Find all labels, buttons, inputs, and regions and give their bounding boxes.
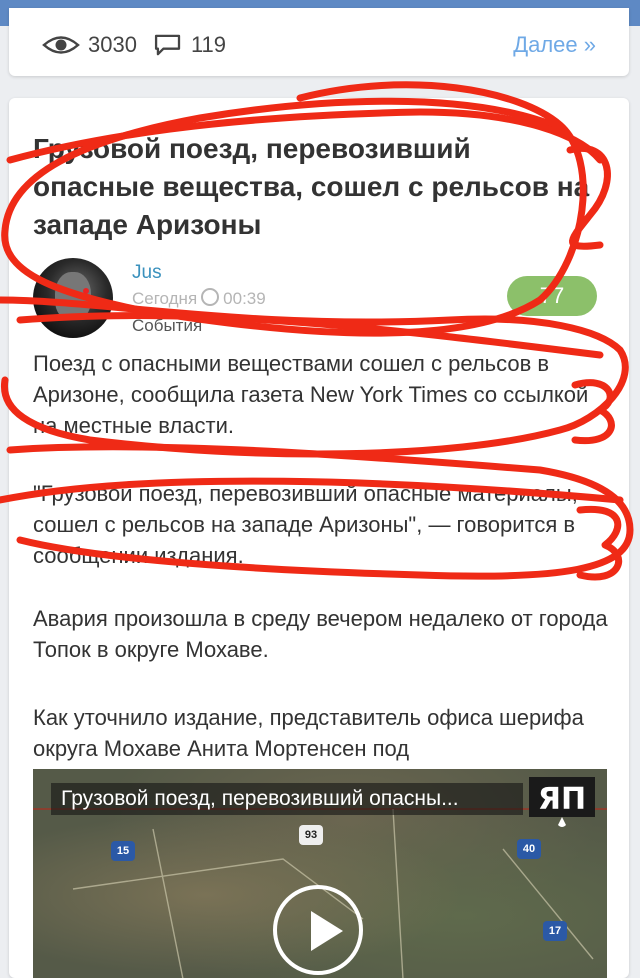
author-avatar[interactable]	[33, 258, 113, 338]
paragraph: Поезд с опасными веществами сошел с рель…	[33, 351, 589, 438]
video-title[interactable]: Грузовой поезд, перевозивший опасны...	[51, 783, 523, 815]
paragraph: "Грузовой поезд, перевозивший опасные ма…	[33, 481, 578, 568]
previous-post-card: 3030 119 Далее »	[9, 8, 629, 76]
road-sign: 17	[543, 921, 567, 941]
post-category[interactable]: События	[132, 316, 202, 336]
eye-icon	[42, 36, 80, 54]
road-sign: 40	[517, 839, 541, 859]
avatar-eye	[83, 288, 89, 294]
date-text: Сегодня	[132, 289, 198, 308]
avatar-face	[55, 272, 91, 320]
time-text: 00:39	[223, 289, 266, 308]
author-name[interactable]: Jus	[132, 262, 162, 284]
play-icon	[311, 911, 343, 951]
yp-logo-icon: ЯП	[529, 777, 595, 827]
comment-icon	[154, 34, 181, 56]
post-title[interactable]: Грузовой поезд, перевозивший опасные вещ…	[33, 130, 593, 244]
post-stats: 3030 119	[42, 30, 242, 60]
play-button[interactable]	[273, 885, 363, 975]
paragraph: Авария произошла в среду вечером недалек…	[33, 606, 608, 662]
comments-count: 119	[190, 32, 227, 57]
post-card: Грузовой поезд, перевозивший опасные вещ…	[9, 98, 629, 978]
yp-logo-text: ЯП	[538, 782, 586, 817]
more-link[interactable]: Далее »	[513, 32, 596, 58]
paragraph: Как уточнило издание, представитель офис…	[33, 705, 584, 761]
video-player[interactable]: 15 93 40 17 Грузовой поезд, перевозивший…	[33, 769, 607, 978]
post-date: Сегодня 00:39	[132, 288, 266, 309]
views-count: 3030	[88, 32, 137, 57]
clock-icon	[201, 288, 220, 306]
road-sign: 15	[111, 841, 135, 861]
road-sign: 93	[299, 825, 323, 845]
rating-badge[interactable]: 77	[507, 276, 597, 316]
